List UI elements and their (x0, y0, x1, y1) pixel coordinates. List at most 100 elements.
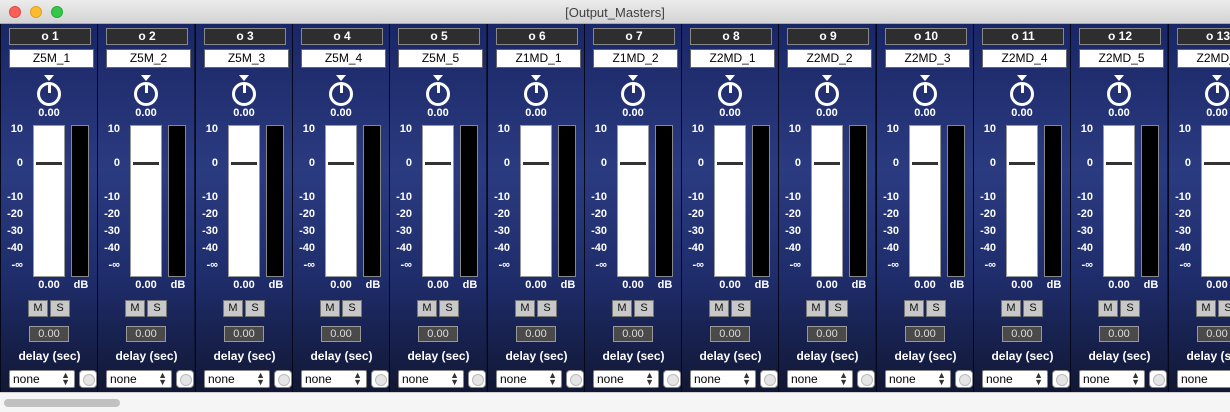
output-select[interactable]: none▲▼ (496, 370, 562, 388)
delay-value-field[interactable]: 0.00 (1099, 326, 1139, 342)
horizontal-scrollbar[interactable] (0, 392, 1230, 412)
toggle-button[interactable] (79, 370, 97, 388)
strip-label-field[interactable]: Z2MD_2 (787, 49, 872, 68)
strip-label-field[interactable]: Z5M_5 (398, 49, 483, 68)
scrollbar-thumb[interactable] (4, 399, 120, 407)
volume-fader[interactable] (617, 125, 649, 277)
toggle-button[interactable] (176, 370, 194, 388)
volume-fader[interactable] (325, 125, 357, 277)
solo-button[interactable]: S (1218, 300, 1230, 317)
toggle-button[interactable] (760, 370, 778, 388)
fader-handle[interactable] (717, 162, 743, 165)
fader-handle[interactable] (620, 162, 646, 165)
delay-value-field[interactable]: 0.00 (418, 326, 458, 342)
mute-button[interactable]: M (417, 300, 437, 317)
volume-fader[interactable] (422, 125, 454, 277)
volume-fader[interactable] (1201, 125, 1230, 277)
volume-fader[interactable] (33, 125, 65, 277)
strip-label-field[interactable]: Z5M_4 (301, 49, 386, 68)
fader-handle[interactable] (328, 162, 354, 165)
solo-button[interactable]: S (342, 300, 362, 317)
strip-label-field[interactable]: Z5M_3 (204, 49, 289, 68)
mute-button[interactable]: M (320, 300, 340, 317)
output-select[interactable]: none▲▼ (885, 370, 951, 388)
mute-button[interactable]: M (904, 300, 924, 317)
pan-knob[interactable] (134, 82, 158, 106)
mute-button[interactable]: M (28, 300, 48, 317)
mute-button[interactable]: M (709, 300, 729, 317)
solo-button[interactable]: S (537, 300, 557, 317)
delay-value-field[interactable]: 0.00 (613, 326, 653, 342)
solo-button[interactable]: S (731, 300, 751, 317)
output-select[interactable]: none▲▼ (1177, 370, 1230, 388)
volume-fader[interactable] (228, 125, 260, 277)
delay-value-field[interactable]: 0.00 (29, 326, 69, 342)
fader-handle[interactable] (1204, 162, 1230, 165)
pan-knob[interactable] (426, 82, 450, 106)
delay-value-field[interactable]: 0.00 (710, 326, 750, 342)
output-select[interactable]: none▲▼ (690, 370, 756, 388)
fader-handle[interactable] (523, 162, 549, 165)
solo-button[interactable]: S (1023, 300, 1043, 317)
mute-button[interactable]: M (1196, 300, 1216, 317)
strip-label-field[interactable]: Z5M_1 (9, 49, 94, 68)
strip-label-field[interactable]: Z2MD_3 (885, 49, 970, 68)
strip-label-field[interactable]: Z2MD_5 (1079, 49, 1164, 68)
mute-button[interactable]: M (806, 300, 826, 317)
mute-button[interactable]: M (1001, 300, 1021, 317)
fader-handle[interactable] (1009, 162, 1035, 165)
volume-fader[interactable] (909, 125, 941, 277)
delay-value-field[interactable]: 0.00 (516, 326, 556, 342)
strip-label-field[interactable]: Z5M_2 (106, 49, 191, 68)
toggle-button[interactable] (468, 370, 486, 388)
volume-fader[interactable] (130, 125, 162, 277)
toggle-button[interactable] (1149, 370, 1167, 388)
strip-label-field[interactable]: Z2MD_1 (690, 49, 775, 68)
fader-handle[interactable] (425, 162, 451, 165)
delay-value-field[interactable]: 0.00 (1197, 326, 1230, 342)
delay-value-field[interactable]: 0.00 (1002, 326, 1042, 342)
toggle-button[interactable] (566, 370, 584, 388)
toggle-button[interactable] (371, 370, 389, 388)
pan-knob[interactable] (1010, 82, 1034, 106)
delay-value-field[interactable]: 0.00 (905, 326, 945, 342)
solo-button[interactable]: S (245, 300, 265, 317)
toggle-button[interactable] (857, 370, 875, 388)
strip-label-field[interactable]: Z2MD_6 (1177, 49, 1230, 68)
strip-label-field[interactable]: Z1MD_1 (496, 49, 581, 68)
toggle-button[interactable] (663, 370, 681, 388)
solo-button[interactable]: S (828, 300, 848, 317)
delay-value-field[interactable]: 0.00 (321, 326, 361, 342)
toggle-button[interactable] (955, 370, 973, 388)
volume-fader[interactable] (1103, 125, 1135, 277)
mute-button[interactable]: M (515, 300, 535, 317)
mute-button[interactable]: M (223, 300, 243, 317)
mute-button[interactable]: M (125, 300, 145, 317)
pan-knob[interactable] (1205, 82, 1229, 106)
output-select[interactable]: none▲▼ (398, 370, 464, 388)
pan-knob[interactable] (1107, 82, 1131, 106)
pan-knob[interactable] (524, 82, 548, 106)
mute-button[interactable]: M (612, 300, 632, 317)
delay-value-field[interactable]: 0.00 (224, 326, 264, 342)
toggle-button[interactable] (1052, 370, 1070, 388)
pan-knob[interactable] (37, 82, 61, 106)
solo-button[interactable]: S (926, 300, 946, 317)
solo-button[interactable]: S (147, 300, 167, 317)
strip-label-field[interactable]: Z1MD_2 (593, 49, 678, 68)
output-select[interactable]: none▲▼ (1079, 370, 1145, 388)
volume-fader[interactable] (1006, 125, 1038, 277)
toggle-button[interactable] (274, 370, 292, 388)
output-select[interactable]: none▲▼ (106, 370, 172, 388)
volume-fader[interactable] (811, 125, 843, 277)
fader-handle[interactable] (231, 162, 257, 165)
delay-value-field[interactable]: 0.00 (126, 326, 166, 342)
output-select[interactable]: none▲▼ (982, 370, 1048, 388)
solo-button[interactable]: S (634, 300, 654, 317)
pan-knob[interactable] (232, 82, 256, 106)
fader-handle[interactable] (912, 162, 938, 165)
fader-handle[interactable] (1106, 162, 1132, 165)
pan-knob[interactable] (815, 82, 839, 106)
fader-handle[interactable] (814, 162, 840, 165)
output-select[interactable]: none▲▼ (301, 370, 367, 388)
